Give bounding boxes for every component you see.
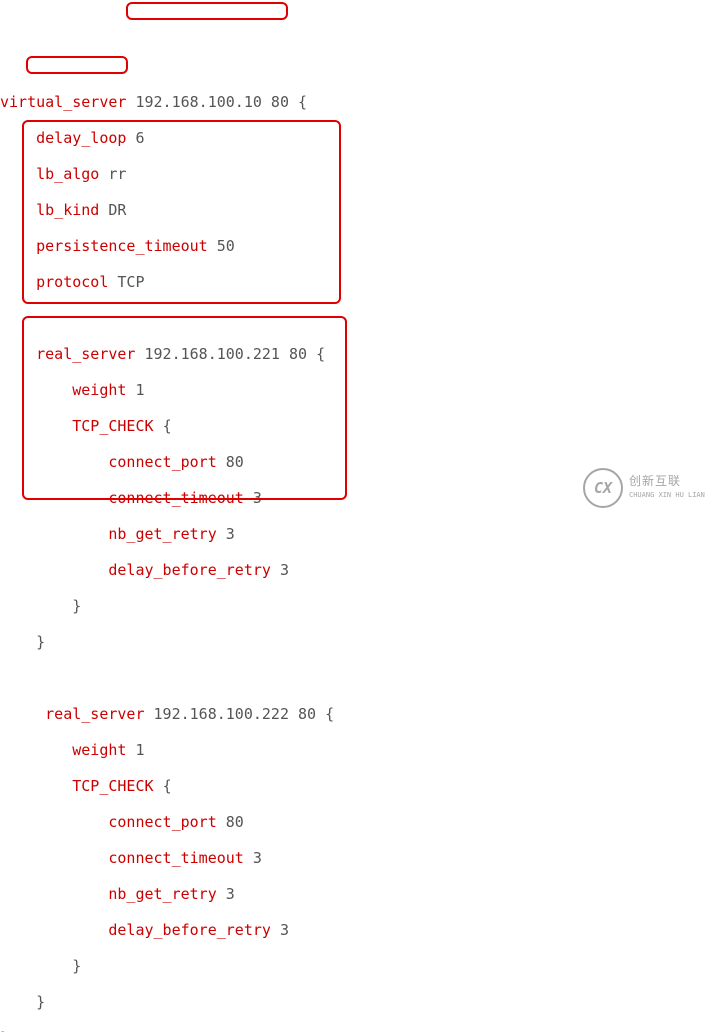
line-rs2-weight: weight 1: [0, 741, 728, 759]
config-code-block: virtual_server 192.168.100.10 80 { delay…: [0, 72, 728, 1032]
line-lb-algo: lb_algo rr: [0, 165, 728, 183]
line-rs1-tcpcheck: TCP_CHECK {: [0, 417, 728, 435]
line-rs2-close2: }: [0, 993, 728, 1011]
line-rs2-retry: nb_get_retry 3: [0, 885, 728, 903]
watermark-line2: CHUANG XIN HU LIAN: [629, 488, 705, 502]
line-virtual-server: virtual_server 192.168.100.10 80 {: [0, 93, 728, 111]
line-persistence: persistence_timeout 50: [0, 237, 728, 255]
blank-line-2: [0, 669, 728, 687]
line-rs2-close1: }: [0, 957, 728, 975]
watermark-logo-icon: CX: [583, 468, 623, 508]
watermark-text: 创新互联 CHUANG XIN HU LIAN: [629, 474, 705, 502]
line-rs1-close2: }: [0, 633, 728, 651]
line-protocol: protocol TCP: [0, 273, 728, 291]
line-vs-close: }: [0, 1029, 728, 1032]
line-rs1-close1: }: [0, 597, 728, 615]
blank-line: [0, 309, 728, 327]
watermark: CX 创新互联 CHUANG XIN HU LIAN: [583, 460, 728, 516]
line-rs1-delay: delay_before_retry 3: [0, 561, 728, 579]
line-rs2-delay: delay_before_retry 3: [0, 921, 728, 939]
line-rs2-connport: connect_port 80: [0, 813, 728, 831]
line-rs1: real_server 192.168.100.221 80 {: [0, 345, 728, 363]
line-rs2-tcpcheck: TCP_CHECK {: [0, 777, 728, 795]
line-rs2-conntimeout: connect_timeout 3: [0, 849, 728, 867]
line-delay-loop: delay_loop 6: [0, 129, 728, 147]
kw-virtual-server: virtual_server: [0, 93, 126, 111]
watermark-line1: 创新互联: [629, 474, 705, 488]
line-rs1-retry: nb_get_retry 3: [0, 525, 728, 543]
line-rs1-weight: weight 1: [0, 381, 728, 399]
line-rs2: real_server 192.168.100.222 80 {: [0, 705, 728, 723]
line-lb-kind: lb_kind DR: [0, 201, 728, 219]
val-virtual-server: 192.168.100.10 80: [126, 93, 298, 111]
highlight-vip: [126, 2, 288, 20]
